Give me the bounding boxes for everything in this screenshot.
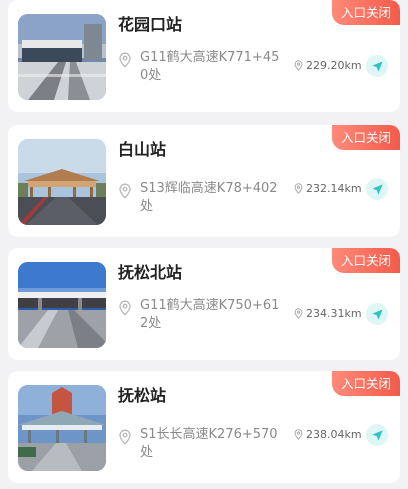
distance-pin-icon (294, 429, 303, 440)
station-name: 花园口站 (118, 15, 183, 34)
station-card[interactable]: 入口关闭 抚松站 S1长长高速K276+570处 238.04km (8, 371, 400, 483)
status-badge: 入口关闭 (332, 371, 400, 396)
navigate-arrow-icon (371, 308, 383, 320)
station-card[interactable]: 入口关闭 花园口站 G11鹤大高速K771+450处 229.20km (8, 0, 400, 112)
address-text: S1长长高速K276+570处 (140, 427, 278, 460)
status-badge: 入口关闭 (332, 125, 400, 150)
station-card[interactable]: 入口关闭 白山站 S13辉临高速K78+402处 232.14km (8, 125, 400, 237)
status-badge: 入口关闭 (332, 0, 400, 25)
station-card[interactable]: 入口关闭 抚松北站 G11鹤大高速K750+612处 234.31km (8, 248, 400, 360)
navigate-button[interactable] (366, 178, 388, 200)
station-address: G11鹤大高速K771+450处 (118, 49, 284, 85)
distance-text: 229.20km (306, 59, 362, 72)
address-text: G11鹤大高速K771+450处 (140, 50, 280, 83)
distance: 238.04km (294, 428, 362, 441)
station-address: G11鹤大高速K750+612处 (118, 297, 284, 333)
location-pin-icon (119, 183, 131, 199)
navigate-button[interactable] (366, 55, 388, 77)
distance-text: 238.04km (306, 428, 362, 441)
station-name: 抚松北站 (118, 263, 183, 282)
station-name: 白山站 (118, 140, 167, 159)
location-pin-icon (119, 300, 131, 316)
distance: 232.14km (294, 182, 362, 195)
location-pin-icon (119, 52, 131, 68)
station-thumbnail (18, 262, 106, 348)
station-thumbnail (18, 139, 106, 225)
location-pin-icon (119, 429, 131, 445)
station-thumbnail (18, 385, 106, 471)
station-thumbnail (18, 14, 106, 100)
station-name: 抚松站 (118, 386, 167, 405)
distance-pin-icon (294, 183, 303, 194)
station-address: S13辉临高速K78+402处 (118, 180, 284, 216)
distance: 234.31km (294, 307, 362, 320)
distance: 229.20km (294, 59, 362, 72)
distance-pin-icon (294, 60, 303, 71)
station-address: S1长长高速K276+570处 (118, 426, 284, 462)
status-badge: 入口关闭 (332, 248, 400, 273)
distance-text: 232.14km (306, 182, 362, 195)
distance-pin-icon (294, 308, 303, 319)
distance-text: 234.31km (306, 307, 362, 320)
navigate-button[interactable] (366, 303, 388, 325)
navigate-arrow-icon (371, 60, 383, 72)
address-text: S13辉临高速K78+402处 (140, 181, 278, 214)
address-text: G11鹤大高速K750+612处 (140, 298, 280, 331)
navigate-arrow-icon (371, 429, 383, 441)
navigate-arrow-icon (371, 183, 383, 195)
navigate-button[interactable] (366, 424, 388, 446)
